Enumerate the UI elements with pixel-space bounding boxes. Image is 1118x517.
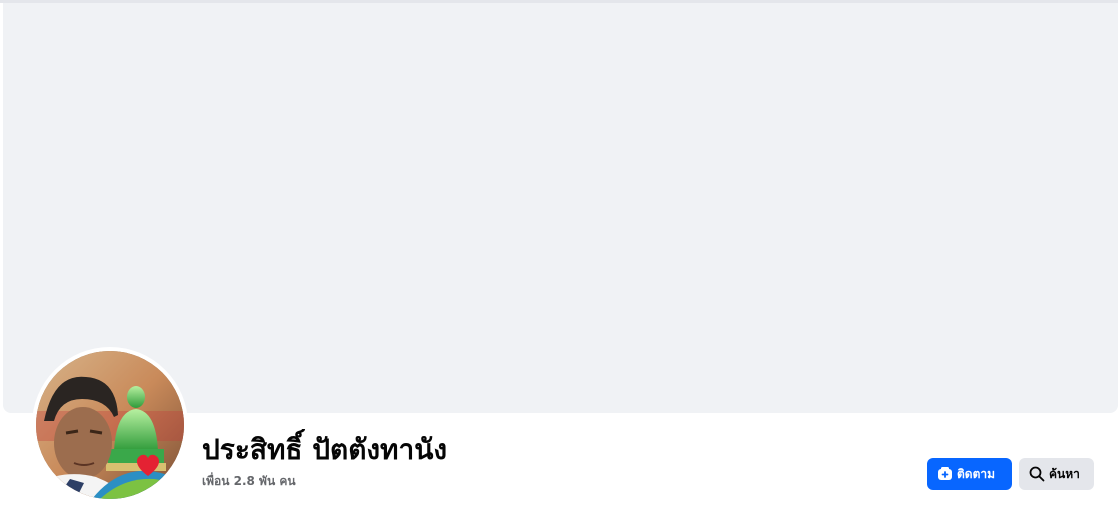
follow-button[interactable]: ติดตาม <box>927 458 1012 490</box>
profile-picture-image <box>36 351 184 499</box>
search-button[interactable]: ค้นหา <box>1019 458 1094 490</box>
profile-picture[interactable] <box>36 351 184 499</box>
profile-name: ประสิทธิ์ ปัตตังทานัง <box>202 433 448 466</box>
search-button-label: ค้นหา <box>1049 466 1080 481</box>
magnifier-icon <box>1029 466 1045 482</box>
follow-button-label: ติดตาม <box>957 466 996 481</box>
friends-count[interactable]: เพื่อน 2.8 พัน คน <box>202 473 296 489</box>
follow-add-icon <box>937 466 953 482</box>
profile-page: ประสิทธิ์ ปัตตังทานัง เพื่อน 2.8 พัน คน … <box>0 0 1118 517</box>
cover-photo[interactable] <box>3 3 1118 413</box>
